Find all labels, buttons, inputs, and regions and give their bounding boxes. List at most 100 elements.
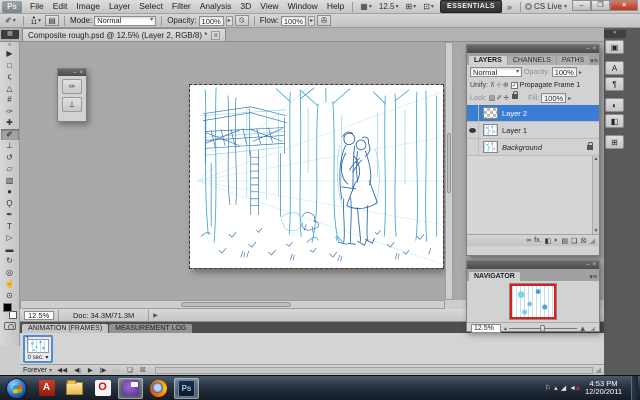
history-brush-tool[interactable]: ↺ xyxy=(1,152,19,164)
menu-image[interactable]: Image xyxy=(72,0,104,13)
adjustments-panel-icon[interactable]: ◐ xyxy=(605,98,624,112)
layer-thumbnail[interactable] xyxy=(483,107,498,119)
blur-tool[interactable]: ● xyxy=(1,186,19,198)
document-canvas[interactable] xyxy=(189,84,444,269)
history-panel-icon[interactable]: ▣ xyxy=(605,40,624,54)
panel-close-icon[interactable]: × xyxy=(79,70,83,76)
layers-scrollbar[interactable]: ▲ ▼ xyxy=(592,156,599,234)
volume-muted-icon[interactable]: ◄ × xyxy=(569,385,580,393)
taskbar-clock[interactable]: 4:53 PM 12/20/2011 xyxy=(579,380,628,396)
lock-all-icon[interactable] xyxy=(512,91,519,99)
unify-position-icon[interactable]: ⊼ xyxy=(490,81,495,89)
panel-resize-grip[interactable]: ◢ xyxy=(590,325,595,333)
tool-presets-panel-icon[interactable]: ⊥ xyxy=(62,97,82,112)
panel-minimize-icon[interactable]: – xyxy=(586,46,589,52)
navigator-zoom-field[interactable]: 12.5% xyxy=(471,324,501,333)
zoom-level-control[interactable]: 12.5 ▾ xyxy=(376,2,402,11)
opacity-slider-arrow[interactable]: ▸ xyxy=(225,15,233,26)
quick-mask-icon[interactable] xyxy=(3,322,16,330)
taskbar-adobe-reader[interactable]: A xyxy=(34,378,59,399)
panel-menu-icon[interactable]: ▾≡ xyxy=(590,57,598,65)
color-swatches[interactable] xyxy=(2,303,18,319)
taskbar-messenger[interactable] xyxy=(118,377,143,399)
panel-close-icon[interactable]: × xyxy=(592,262,596,268)
brush-preset-picker[interactable]: • 11 ▾ xyxy=(29,15,43,26)
quick-selection-tool[interactable]: △ xyxy=(1,83,19,95)
panel-minimize-icon[interactable]: – xyxy=(586,262,589,268)
menu-3d[interactable]: 3D xyxy=(236,0,255,13)
panel-resize-grip[interactable]: ◢ xyxy=(590,237,595,245)
paragraph-panel-icon[interactable]: ¶ xyxy=(605,77,624,91)
menu-select[interactable]: Select xyxy=(135,0,167,13)
camera-3d-tool[interactable]: ◎ xyxy=(1,267,19,279)
fill-field[interactable]: 100% xyxy=(541,93,567,103)
tab-channels[interactable]: CHANNELS xyxy=(507,56,556,65)
tab-animation-frames[interactable]: ANIMATION (FRAMES) xyxy=(22,324,109,333)
tab-layers[interactable]: LAYERS xyxy=(469,56,507,65)
shape-tool[interactable]: ▬ xyxy=(1,244,19,256)
hand-tool[interactable]: ☝ xyxy=(1,278,19,290)
frame-delay-select[interactable]: 0 sec. ▾ xyxy=(25,354,51,361)
tab-close-icon[interactable]: × xyxy=(211,30,221,40)
layer-row-layer2[interactable]: Layer 2 xyxy=(467,104,599,122)
restore-button[interactable]: ❐ xyxy=(591,0,610,11)
navigator-proxy-view[interactable] xyxy=(509,283,557,320)
action-center-flag-icon[interactable]: ⚐ xyxy=(545,384,551,392)
menu-window[interactable]: Window xyxy=(284,0,322,13)
layer-row-background[interactable]: Background xyxy=(467,138,599,156)
panel-menu-icon[interactable]: ▾≡ xyxy=(589,273,597,281)
crop-tool[interactable]: # xyxy=(1,94,19,106)
masks-panel-icon[interactable]: ◧ xyxy=(605,114,624,128)
taskbar-opera[interactable]: O xyxy=(90,378,115,399)
duplicate-frame-button[interactable]: ❏ xyxy=(125,366,135,374)
zoom-out-icon[interactable]: ▴ xyxy=(504,325,507,332)
taskbar-explorer[interactable] xyxy=(62,378,87,399)
menu-help[interactable]: Help xyxy=(323,0,348,13)
document-tab[interactable]: Composite rough.psd @ 12.5% (Layer 2, RG… xyxy=(22,28,227,41)
menu-analysis[interactable]: Analysis xyxy=(196,0,236,13)
tab-navigator[interactable]: NAVIGATOR xyxy=(469,272,520,281)
move-tool[interactable]: ▶ xyxy=(1,48,19,60)
next-frame-button[interactable]: |▶ xyxy=(98,366,109,374)
animation-frame-1[interactable]: 1 0 sec. ▾ xyxy=(23,335,53,363)
brush-tool[interactable]: ✐ xyxy=(0,128,19,140)
mini-bridge-icon[interactable]: ▦ xyxy=(1,30,19,39)
opacity-field[interactable]: 100% xyxy=(198,15,224,26)
new-group-icon[interactable]: ▤ xyxy=(561,237,568,245)
slider-thumb[interactable] xyxy=(540,325,546,332)
healing-brush-tool[interactable]: ✚ xyxy=(1,117,19,129)
character-panel-icon[interactable]: A xyxy=(605,61,624,75)
toggle-brush-panel-icon[interactable]: ▤ xyxy=(44,15,59,26)
cs-live-button[interactable]: CS Live ▾ xyxy=(524,2,571,11)
show-desktop-button[interactable] xyxy=(631,375,638,400)
navigator-zoom-slider[interactable]: ▴ ▲ xyxy=(504,324,587,333)
menu-layer[interactable]: Layer xyxy=(105,0,134,13)
taskbar-firefox[interactable] xyxy=(146,378,171,399)
panel-resize-grip[interactable]: ◢ xyxy=(596,366,601,374)
layer-style-icon[interactable]: fx. xyxy=(534,237,541,244)
tab-measurement-log[interactable]: MEASUREMENT LOG xyxy=(109,324,193,333)
foreground-color-swatch[interactable] xyxy=(2,303,12,312)
lasso-tool[interactable]: ς xyxy=(1,71,19,83)
visibility-toggle[interactable] xyxy=(467,104,479,122)
dodge-tool[interactable]: Ϙ xyxy=(1,198,19,210)
menu-filter[interactable]: Filter xyxy=(168,0,195,13)
layer-thumbnail[interactable] xyxy=(483,124,498,136)
clone-source-panel-icon[interactable]: ⊞ xyxy=(605,135,624,149)
tool-preset-picker[interactable]: ✐ ▾ xyxy=(3,16,18,25)
panel-close-icon[interactable]: × xyxy=(592,46,596,52)
zoom-tool[interactable]: ⊙ xyxy=(1,290,19,302)
lock-pixels-icon[interactable]: ✐ xyxy=(496,94,502,102)
marquee-tool[interactable]: □ xyxy=(1,60,19,72)
rotate-3d-tool[interactable]: ↻ xyxy=(1,255,19,267)
eyedropper-tool[interactable]: ✑ xyxy=(1,106,19,118)
link-layers-icon[interactable]: ∞ xyxy=(526,237,531,244)
vertical-scrollbar[interactable] xyxy=(445,42,453,300)
pen-tool[interactable]: ✒ xyxy=(1,209,19,221)
eraser-tool[interactable]: ▱ xyxy=(1,163,19,175)
status-zoom-field[interactable]: 12.5% xyxy=(24,310,54,320)
mode-select[interactable]: Normal ▾ xyxy=(94,15,157,26)
horizontal-scrollbar[interactable] xyxy=(20,300,445,309)
visibility-toggle[interactable] xyxy=(467,121,479,139)
pressure-opacity-icon[interactable]: ⍉ xyxy=(234,15,249,26)
